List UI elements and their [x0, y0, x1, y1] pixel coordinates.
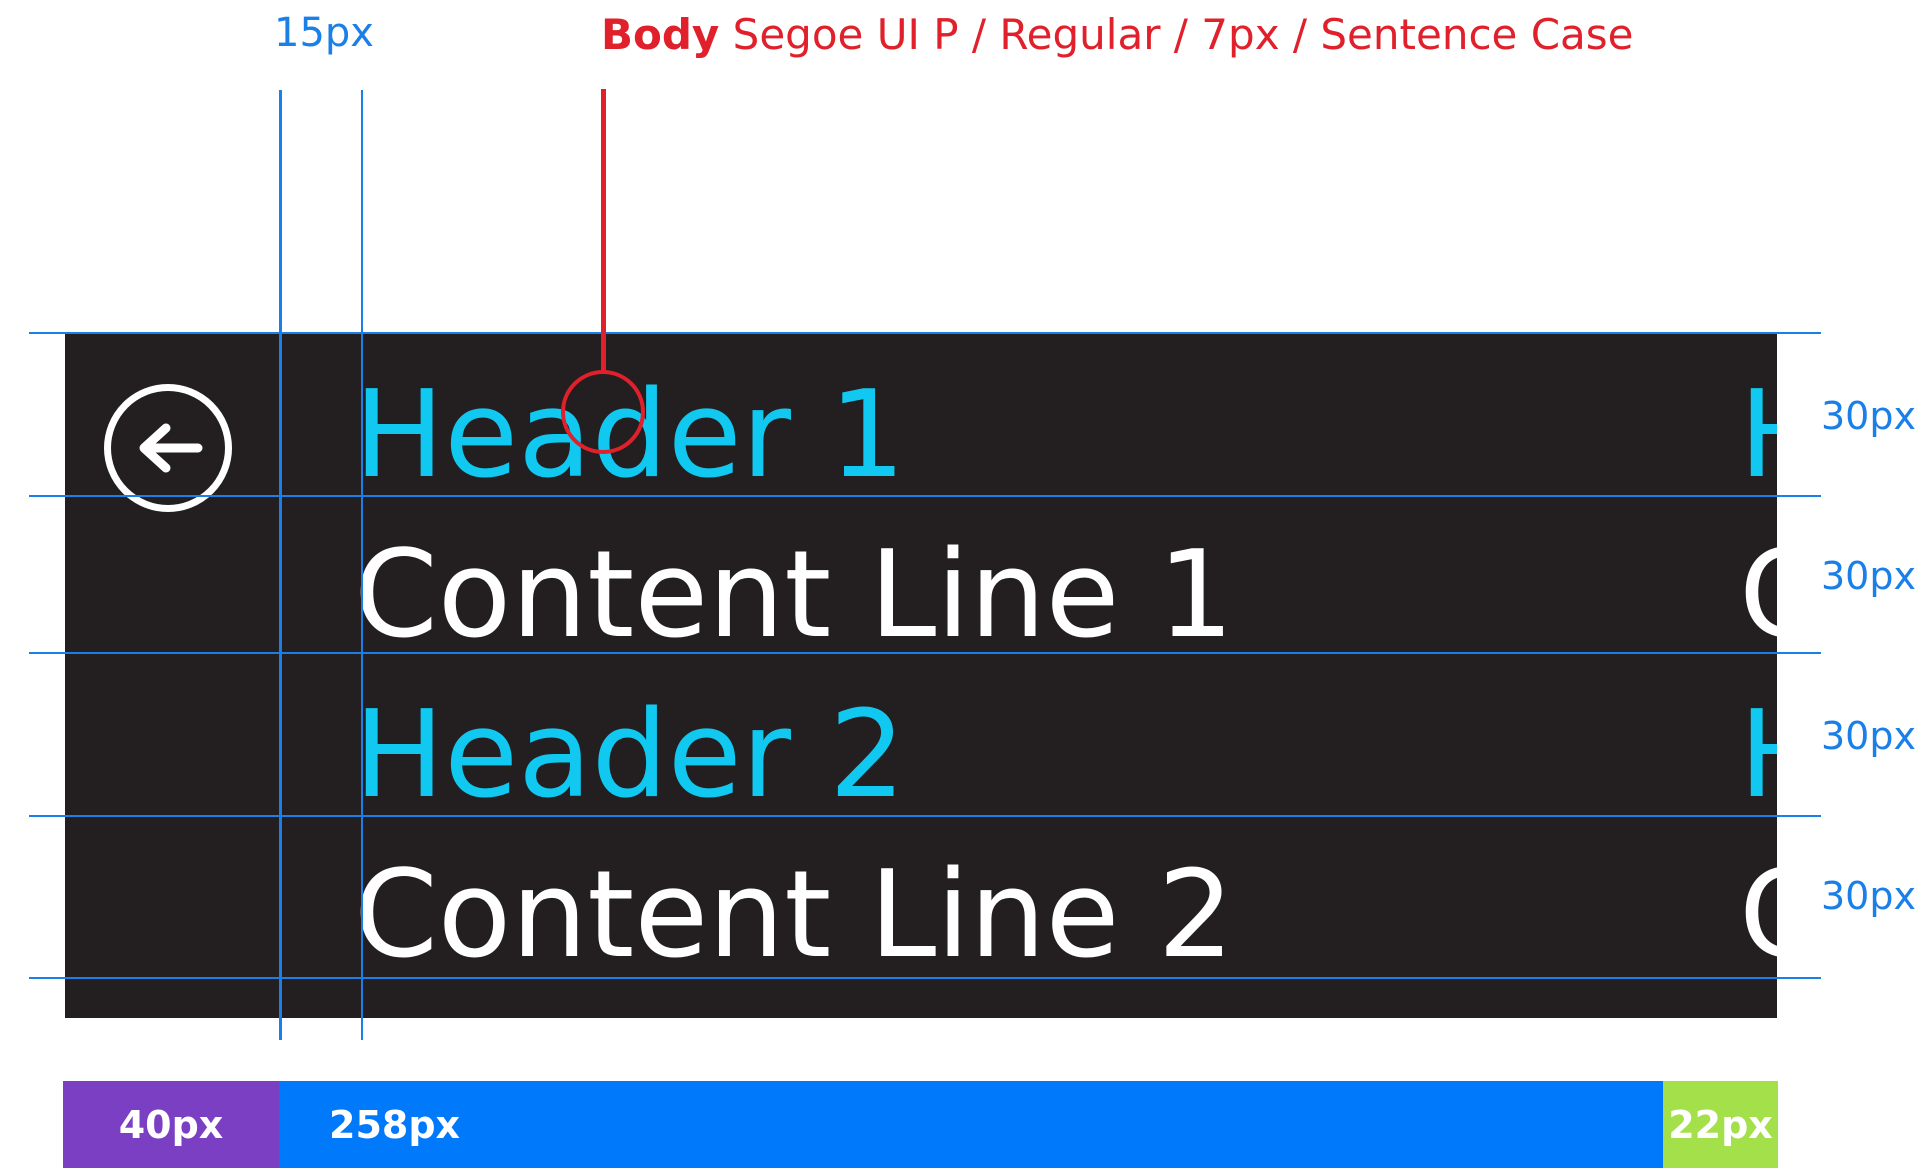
header-1-clipped: H: [1739, 376, 1777, 496]
row-4-spacing-label: 30px: [1821, 874, 1916, 918]
content-guide-line: [361, 90, 363, 1040]
callout-line: [601, 89, 606, 372]
row-2-spacing-label: 30px: [1821, 554, 1916, 598]
content-line-2-text: Content Line 2: [354, 846, 1234, 985]
body-label: Body: [601, 10, 720, 59]
callout-circle: [561, 370, 645, 454]
row-guide-1: [29, 495, 1821, 497]
back-button[interactable]: [104, 384, 232, 512]
right-margin-segment: 22px: [1663, 1081, 1778, 1168]
row-guide-4: [29, 977, 1821, 979]
row-1-spacing-label: 30px: [1821, 394, 1916, 438]
row-guide-0: [29, 332, 1821, 334]
list-panel: Header 1 Content Line 1 Header 2 Content…: [65, 334, 1777, 1018]
left-guide-line: [279, 90, 282, 1040]
left-margin-label: 40px: [118, 1102, 224, 1147]
header-2-clipped: H: [1739, 696, 1777, 816]
right-margin-label: 22px: [1668, 1102, 1773, 1147]
row-3-spacing-label: 30px: [1821, 714, 1916, 758]
arrow-left-icon: [139, 423, 203, 473]
width-measure-bar: 40px 258px 22px: [63, 1081, 1778, 1168]
row-guide-3: [29, 815, 1821, 817]
row-guide-2: [29, 652, 1821, 654]
content-1-clipped: C: [1739, 536, 1777, 656]
body-spec-text: Segoe UI P / Regular / 7px / Sentence Ca…: [719, 10, 1634, 59]
left-margin-segment: 40px: [63, 1081, 279, 1168]
left-spacing-label: 15px: [274, 10, 374, 56]
content-2-clipped: C: [1739, 856, 1777, 976]
content-width-label: 258px: [329, 1102, 461, 1147]
body-spec-annotation: Body Segoe UI P / Regular / 7px / Senten…: [601, 10, 1634, 59]
header-2-text: Header 2: [354, 686, 906, 825]
content-width-segment: 258px: [279, 1081, 1663, 1168]
content-line-1-text: Content Line 1: [354, 526, 1234, 665]
